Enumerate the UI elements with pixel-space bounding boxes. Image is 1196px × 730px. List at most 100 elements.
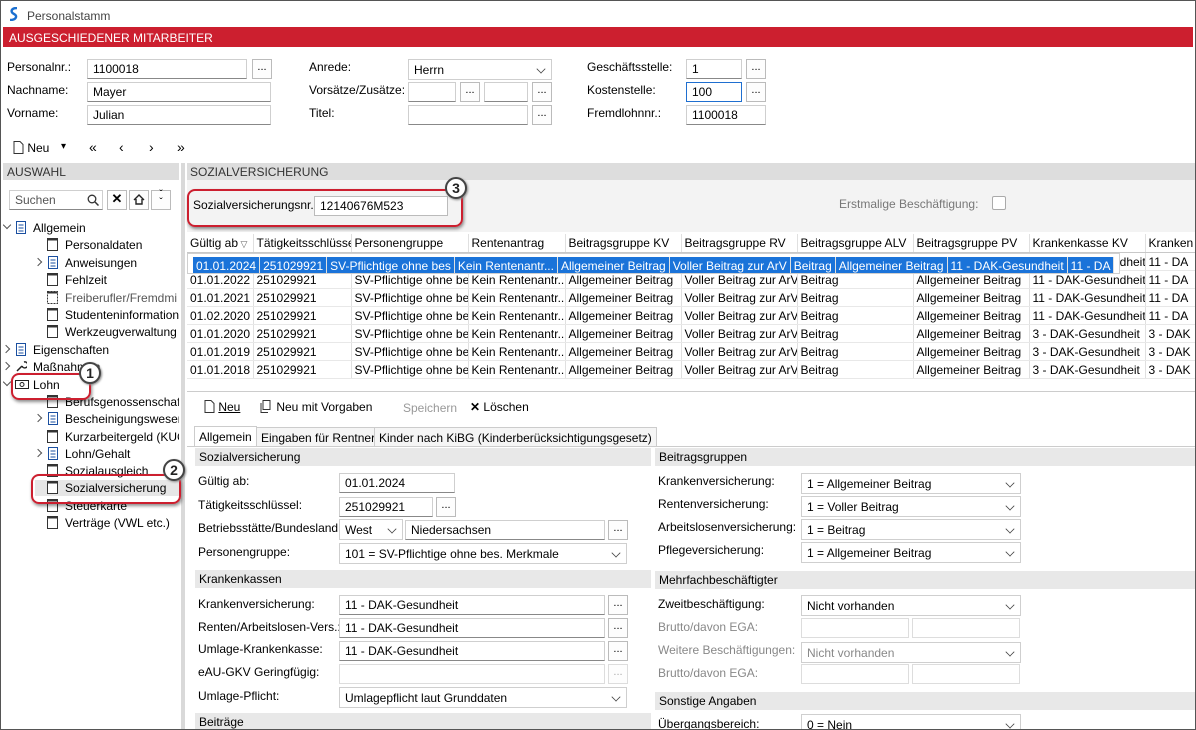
- ega2-field[interactable]: [912, 664, 1020, 684]
- sidebar-item-anweisungen[interactable]: Anweisungen: [35, 255, 179, 271]
- brutto1-field[interactable]: [801, 618, 909, 638]
- sidebar-item-studenteninformation[interactable]: Studenteninformation: [35, 307, 179, 323]
- table-row[interactable]: 01.01.2024 251029921 SV-Pflichtige ohne be…: [187, 253, 1121, 274]
- bg-section-title: Beitragsgruppen: [659, 450, 748, 464]
- bg-alv-select[interactable]: 1 = Beitrag: [801, 519, 1021, 540]
- column-header[interactable]: Beitragsgruppe ALV: [797, 234, 914, 253]
- home-icon[interactable]: [129, 190, 149, 210]
- eau-field[interactable]: [339, 664, 605, 684]
- column-header[interactable]: Kranken: [1145, 234, 1195, 253]
- table-row[interactable]: 01.01.2020 251029921 SV-Pflichtige ohne be…: [187, 324, 1195, 343]
- titel-lookup-button[interactable]: ...: [532, 105, 552, 125]
- bg-pv-select[interactable]: 1 = Allgemeiner Beitrag: [801, 542, 1021, 563]
- neu-mit-vorgaben-button[interactable]: Neu mit Vorgaben: [260, 400, 372, 414]
- umlage-pflicht-select[interactable]: Umlagepflicht laut Grunddaten: [339, 687, 627, 708]
- collapsed-chevron-icon[interactable]: [3, 361, 11, 371]
- eau-lookup-button[interactable]: ...: [608, 664, 628, 684]
- vorsaetze-lookup-button[interactable]: ...: [460, 82, 480, 102]
- geschaeftsstelle-lookup-button[interactable]: ...: [746, 59, 766, 79]
- personengruppe-select[interactable]: 101 = SV-Pflichtige ohne bes. Merkmale: [339, 543, 627, 564]
- tab-eingaben-rentner[interactable]: Eingaben für Rentner: [256, 427, 381, 447]
- sidebar-item-kurzarbeitergeld[interactable]: Kurzarbeitergeld (KUG: [35, 429, 179, 445]
- collapsed-chevron-icon[interactable]: [3, 344, 11, 354]
- column-header[interactable]: Rentenantrag: [468, 234, 566, 253]
- rv-field[interactable]: 11 - DAK-Gesundheit: [339, 618, 605, 638]
- sidebar-item-vertraege[interactable]: Verträge (VWL etc.): [35, 515, 179, 531]
- column-header[interactable]: Beitragsgruppe RV: [681, 234, 798, 253]
- zusaetze-field[interactable]: [484, 82, 528, 102]
- last-record-icon[interactable]: »: [177, 139, 185, 155]
- kostenstelle-field[interactable]: 100: [686, 82, 742, 102]
- brutto2-field[interactable]: [801, 664, 909, 684]
- kostenstelle-lookup-button[interactable]: ...: [746, 82, 766, 102]
- sidebar-item-bescheinigungswesen[interactable]: Bescheinigungswesen: [35, 411, 179, 427]
- sidebar-item-fehlzeit[interactable]: Fehlzeit: [35, 272, 179, 288]
- tab-kinder-kibg[interactable]: Kinder nach KiBG (Kinderberücksichtigung…: [374, 427, 657, 447]
- collapse-all-icon[interactable]: ˇˇ: [151, 190, 171, 210]
- fremdlohn-field[interactable]: 1100018: [686, 105, 766, 125]
- tab-allgemein[interactable]: Allgemein: [194, 426, 257, 446]
- column-header[interactable]: Beitragsgruppe KV: [565, 234, 682, 253]
- clear-search-icon[interactable]: ✕: [107, 190, 127, 210]
- sidebar-item-label: Allgemein: [33, 221, 86, 235]
- bg-kv-select[interactable]: 1 = Allgemeiner Beitrag: [801, 473, 1021, 494]
- collapsed-chevron-icon[interactable]: [35, 413, 43, 423]
- table-row[interactable]: 01.02.2020 251029921 SV-Pflichtige ohne be…: [187, 306, 1195, 325]
- speichern-button[interactable]: Speichern: [403, 401, 457, 415]
- bundesland-lookup-button[interactable]: ...: [608, 520, 628, 540]
- personalnr-field[interactable]: 1100018: [87, 59, 247, 79]
- rv-lookup-button[interactable]: ...: [608, 618, 628, 638]
- next-record-icon[interactable]: ›: [149, 139, 154, 155]
- zweit-select[interactable]: Nicht vorhanden: [801, 595, 1021, 616]
- loeschen-button[interactable]: ✕ Löschen: [470, 400, 529, 414]
- table-row[interactable]: 01.01.2018 251029921 SV-Pflichtige ohne be…: [187, 360, 1195, 379]
- nachname-field[interactable]: Mayer: [87, 82, 271, 102]
- betrieb-region-select[interactable]: West: [339, 519, 403, 540]
- sidebar-item-freiberufler[interactable]: Freiberufler/Fremdmi: [35, 290, 179, 306]
- bundesland-field[interactable]: Niedersachsen: [405, 520, 605, 540]
- umlage-kk-lookup-button[interactable]: ...: [608, 641, 628, 661]
- weitere-select[interactable]: Nicht vorhanden: [801, 642, 1021, 663]
- taetig-lookup-button[interactable]: ...: [436, 497, 456, 517]
- sidebar-item-allgemein[interactable]: Allgemein: [3, 220, 179, 236]
- kv-lookup-button[interactable]: ...: [608, 595, 628, 615]
- uebergang-select[interactable]: 0 = Nein: [801, 714, 1021, 729]
- neu-button[interactable]: Neu: [13, 141, 49, 155]
- zusaetze-lookup-button[interactable]: ...: [532, 82, 552, 102]
- sidebar-item-werkzeugverwaltung[interactable]: Werkzeugverwaltung: [35, 324, 179, 340]
- bg-rv-select[interactable]: 1 = Voller Beitrag: [801, 496, 1021, 517]
- table-row[interactable]: 01.01.2019 251029921 SV-Pflichtige ohne be…: [187, 342, 1195, 361]
- column-header[interactable]: Tätigkeitsschlüssel: [253, 234, 352, 253]
- personalnr-lookup-button[interactable]: ...: [252, 59, 272, 79]
- vorsaetze-field[interactable]: [408, 82, 456, 102]
- expanded-chevron-icon[interactable]: [3, 377, 12, 387]
- gueltig-field[interactable]: 01.01.2024: [339, 473, 455, 493]
- erstmalig-checkbox[interactable]: [992, 196, 1006, 210]
- column-header[interactable]: Personengruppe: [351, 234, 469, 253]
- expanded-chevron-icon[interactable]: [3, 220, 12, 230]
- anrede-select[interactable]: Herrn: [408, 59, 552, 80]
- kv-field[interactable]: 11 - DAK-Gesundheit: [339, 595, 605, 615]
- sidebar-item-eigenschaften[interactable]: Eigenschaften: [3, 342, 179, 358]
- column-header[interactable]: Krankenkasse KV: [1029, 234, 1146, 253]
- splitter[interactable]: [181, 163, 185, 729]
- chevron-down-icon: [1005, 647, 1015, 657]
- column-header[interactable]: Beitragsgruppe PV: [913, 234, 1030, 253]
- ega1-field[interactable]: [912, 618, 1020, 638]
- sv-neu-button[interactable]: Neu: [204, 400, 240, 414]
- geschaeftsstelle-field[interactable]: 1: [686, 59, 742, 79]
- titel-field[interactable]: [408, 105, 528, 125]
- umlage-kk-field[interactable]: 11 - DAK-Gesundheit: [339, 641, 605, 661]
- table-row[interactable]: 01.01.2021 251029921 SV-Pflichtige ohne be…: [187, 288, 1195, 307]
- search-icon[interactable]: [87, 194, 99, 206]
- collapsed-chevron-icon[interactable]: [35, 257, 43, 267]
- sidebar-item-personaldaten[interactable]: Personaldaten: [35, 237, 179, 253]
- taetig-field[interactable]: 251029921: [339, 497, 433, 517]
- previous-record-icon[interactable]: ‹: [119, 139, 124, 155]
- chevron-down-icon[interactable]: ▾: [61, 141, 66, 152]
- vorname-field[interactable]: Julian: [87, 105, 271, 125]
- sidebar-item-lohn-gehalt[interactable]: Lohn/Gehalt: [35, 446, 179, 462]
- column-header[interactable]: Gültig ab ▽: [187, 234, 254, 253]
- first-record-icon[interactable]: «: [89, 139, 97, 155]
- collapsed-chevron-icon[interactable]: [35, 448, 43, 458]
